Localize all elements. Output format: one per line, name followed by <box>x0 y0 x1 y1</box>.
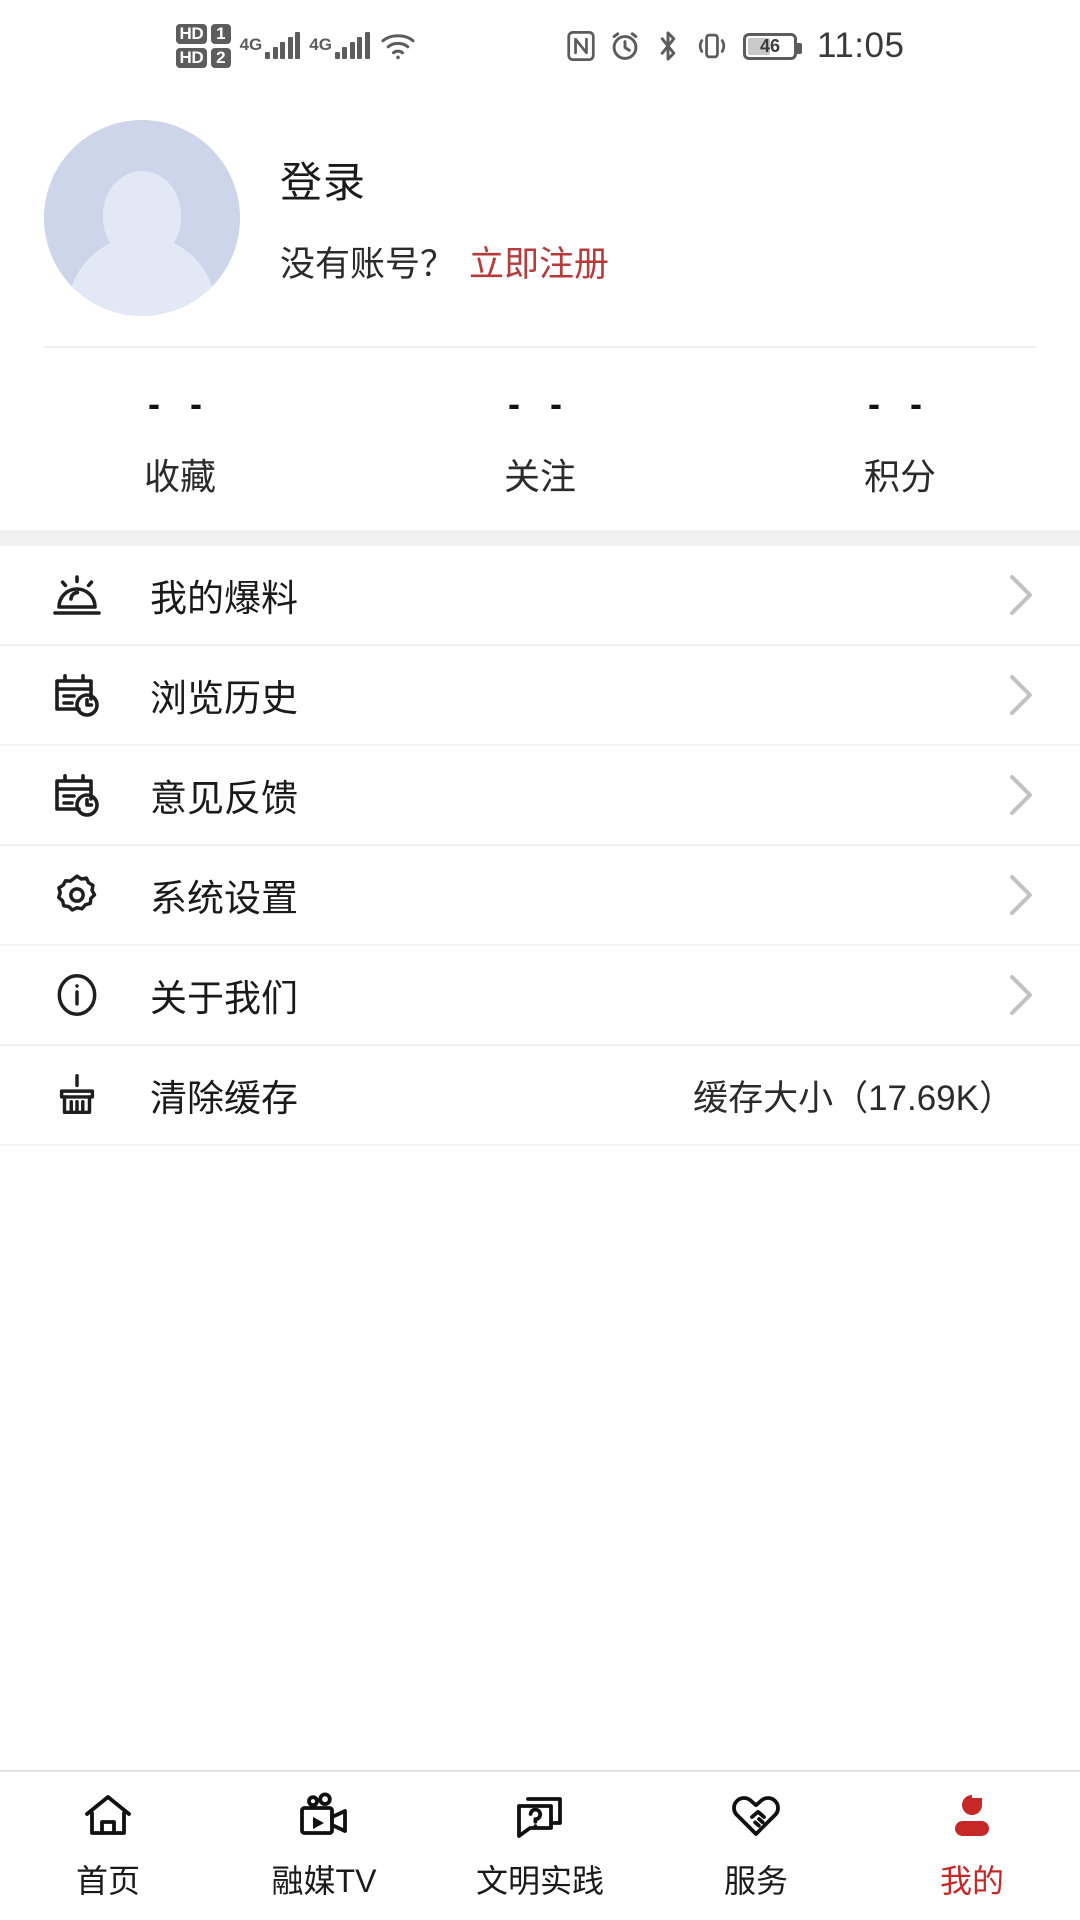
menu-item-feedback[interactable]: 意见反馈 <box>0 746 1080 846</box>
menu-item-label: 意见反馈 <box>150 778 298 819</box>
profile-text: 登录 没有账号？ 立即注册 <box>280 149 609 287</box>
battery-indicator: 46 <box>742 32 802 60</box>
stat-value: - - <box>868 383 932 424</box>
stats-row: - - 收藏 - - 关注 - - 积分 <box>0 348 1080 530</box>
menu-item-label: 关于我们 <box>150 978 298 1019</box>
bluetooth-icon <box>655 30 681 62</box>
status-bar-right: 46 11:05 <box>567 26 905 66</box>
tab-label: 首页 <box>75 1863 140 1899</box>
no-account-label: 没有账号？ <box>280 245 456 284</box>
content-spacer <box>0 1146 1080 1770</box>
battery-level: 46 <box>759 36 780 56</box>
chevron-right-icon <box>1006 571 1036 619</box>
menu-item-system-settings[interactable]: 系统设置 <box>0 846 1080 946</box>
broom-icon <box>48 1066 106 1124</box>
hd-badge-1: HD <box>175 24 208 44</box>
hd-badge-2: HD <box>175 48 208 68</box>
stat-following[interactable]: - - 关注 <box>360 386 720 500</box>
chevron-right-icon <box>1006 871 1036 919</box>
home-icon <box>80 1790 136 1842</box>
register-link[interactable]: 立即注册 <box>469 236 609 287</box>
signal-bars-2 <box>334 32 370 59</box>
bottom-tab-bar: 首页 融媒TV 文明实践 服务 我的 <box>0 1770 1080 1920</box>
calendar-clock-icon <box>48 666 106 724</box>
cache-size-value: 缓存大小（17.69K） <box>693 1078 1014 1118</box>
section-separator <box>0 530 1080 546</box>
signal-indicator-1: 4G <box>239 32 301 59</box>
stat-value: - - <box>508 383 572 424</box>
menu-item-clear-cache[interactable]: 清除缓存 缓存大小（17.69K） <box>0 1046 1080 1146</box>
signal-bars-1 <box>265 32 301 59</box>
network-type-2: 4G <box>309 35 332 54</box>
menu-item-about-us[interactable]: 关于我们 <box>0 946 1080 1046</box>
profile-header[interactable]: 登录 没有账号？ 立即注册 <box>0 92 1080 346</box>
gear-icon <box>48 866 106 924</box>
menu-item-browse-history[interactable]: 浏览历史 <box>0 646 1080 746</box>
siren-icon <box>48 566 106 624</box>
tab-services[interactable]: 服务 <box>648 1772 864 1920</box>
tab-home[interactable]: 首页 <box>0 1772 216 1920</box>
status-bar: HD 1 HD 2 4G 4G 46 11:05 <box>0 0 1080 92</box>
tab-civilization-practice[interactable]: 文明实践 <box>432 1772 648 1920</box>
sim-badge-1: 1 <box>211 24 231 44</box>
menu-list: 我的爆料 浏览历史 意见反馈 系统设置 关于我们 清除缓存 缓存大小（17.69… <box>0 546 1080 1146</box>
calendar-clock-icon <box>48 766 106 824</box>
chevron-right-icon <box>1006 771 1036 819</box>
tab-label: 我的 <box>939 1863 1004 1899</box>
clock: 11:05 <box>816 26 905 65</box>
menu-item-label: 清除缓存 <box>150 1078 298 1119</box>
info-circle-icon <box>48 966 106 1024</box>
menu-item-label: 系统设置 <box>150 878 298 919</box>
chevron-right-icon <box>1006 671 1036 719</box>
menu-item-label: 浏览历史 <box>150 678 298 719</box>
stat-favorites[interactable]: - - 收藏 <box>0 386 360 500</box>
profile-screen: HD 1 HD 2 4G 4G 46 11:05 登录 没有账号？ 立即注册 -… <box>0 0 1080 1920</box>
tab-label: 服务 <box>723 1863 788 1899</box>
signal-indicator-2: 4G <box>309 32 370 59</box>
avatar[interactable] <box>44 120 240 316</box>
nfc-icon <box>567 31 595 61</box>
stat-label: 关注 <box>503 456 576 497</box>
wifi-icon <box>379 31 417 61</box>
chevron-right-icon <box>1006 971 1036 1019</box>
tab-rongmei-tv[interactable]: 融媒TV <box>216 1772 432 1920</box>
vibrate-icon <box>695 31 729 61</box>
video-camera-icon <box>296 1790 352 1842</box>
alarm-icon <box>609 30 641 62</box>
stat-label: 积分 <box>863 456 936 497</box>
handshake-heart-icon <box>728 1790 784 1842</box>
sim-badge-2: 2 <box>211 48 231 68</box>
tab-label: 融媒TV <box>271 1863 377 1899</box>
stat-label: 收藏 <box>143 456 216 497</box>
stat-value: - - <box>148 383 212 424</box>
login-button[interactable]: 登录 <box>280 149 609 210</box>
status-bar-left: HD 1 HD 2 4G 4G <box>175 24 417 68</box>
avatar-body <box>68 236 216 316</box>
menu-item-label: 我的爆料 <box>150 578 298 619</box>
person-icon <box>944 1790 1000 1842</box>
stat-points[interactable]: - - 积分 <box>720 386 1080 500</box>
tab-label: 文明实践 <box>475 1863 604 1899</box>
menu-item-my-reports[interactable]: 我的爆料 <box>0 546 1080 646</box>
tab-mine[interactable]: 我的 <box>864 1772 1080 1920</box>
network-type-1: 4G <box>239 35 263 54</box>
dual-sim-indicator: HD 1 HD 2 <box>175 24 231 68</box>
register-row: 没有账号？ 立即注册 <box>280 236 609 287</box>
question-bubble-icon <box>512 1790 568 1842</box>
